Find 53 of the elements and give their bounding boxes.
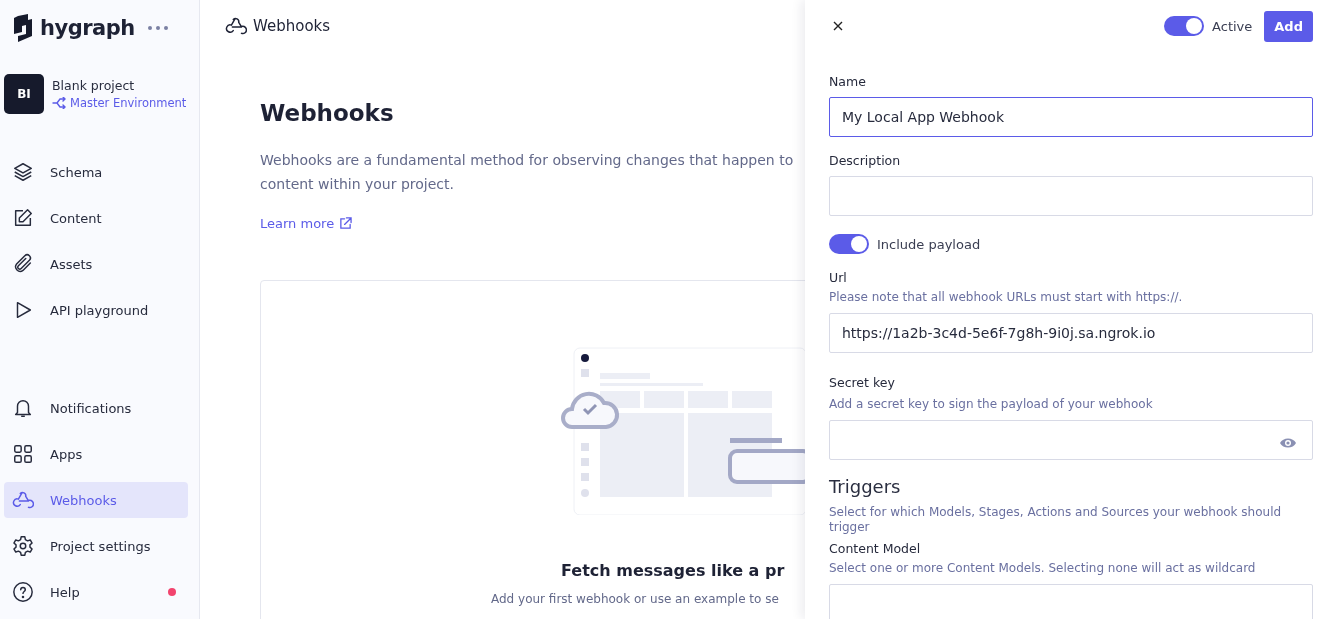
field-label: Description [829,153,902,168]
nav-item[interactable]: Content [4,200,188,236]
active-label: Active [1212,18,1253,34]
webhook-icon [12,489,34,511]
nav-item[interactable]: Notifications [4,390,188,426]
more-icon[interactable] [146,25,169,31]
external-link-icon [339,217,353,230]
field-hint: Add a secret key to sign the payload of your webhook [829,396,1154,412]
nav-item[interactable]: Apps [4,436,188,472]
description-field[interactable] [829,176,1313,216]
field-hint: Please note that all webhook URLs must start with https://. [829,289,1184,305]
description-text: Webhooks are a fundamental method for observing changes that happen to content within your project. [260,151,795,194]
field-label: Url [829,270,848,285]
paperclip-icon [12,253,34,275]
settings-icon [12,535,34,557]
edit-icon [12,207,34,229]
toggle-switch[interactable] [829,234,869,254]
nav-item[interactable]: API playground [4,292,188,328]
layers-icon [12,161,34,183]
name-field[interactable]: My Local App Webhook [829,97,1313,137]
bell-icon [12,397,34,419]
add-button[interactable]: Add [1264,10,1313,42]
field-label: Secret key [829,375,896,390]
url-field[interactable]: https://1a2b-3c4d-5e6f-7g8h-9i0j.sa.ngrok.io [829,313,1313,353]
field-label: Content Model [829,541,922,556]
learn-more-link[interactable]: Learn more [260,216,353,231]
eye-icon[interactable] [1279,436,1297,450]
brand-name: hygraph [40,16,135,40]
empty-state-text: Add your first webhook or use an example to se [491,592,780,606]
branch-icon [52,97,66,109]
logo-icon [12,14,34,42]
nav-item[interactable]: Assets [4,246,188,282]
nav-item[interactable]: Schema [4,154,188,190]
webhook-icon [225,15,247,37]
help-icon [12,581,34,603]
empty-state-title: Fetch messages like a pr [561,561,786,580]
include-payload-label: Include payload [877,236,981,252]
secret-key-field[interactable] [829,420,1313,460]
nav-item[interactable]: Help [4,574,188,610]
page-title: Webhooks [253,17,331,35]
nav-item[interactable]: Project settings [4,528,188,564]
page-heading: Webhooks [260,100,395,126]
section-heading: Triggers [829,476,902,497]
environment-link[interactable]: Master Environment [70,96,187,110]
project-avatar[interactable]: BI [4,74,44,114]
field-label: Name [829,74,867,89]
close-icon[interactable] [833,21,843,31]
apps-icon [12,443,34,465]
toggle-switch[interactable] [1164,16,1205,36]
field-hint: Select one or more Content Models. Selecting none will act as wildcard [829,560,1257,576]
project-name: Blank project [52,78,136,93]
section-hint: Select for which Models, Stages, Actions and Sources your webhook should trigger [829,505,1283,535]
nav-item[interactable]: Webhooks [4,482,188,518]
